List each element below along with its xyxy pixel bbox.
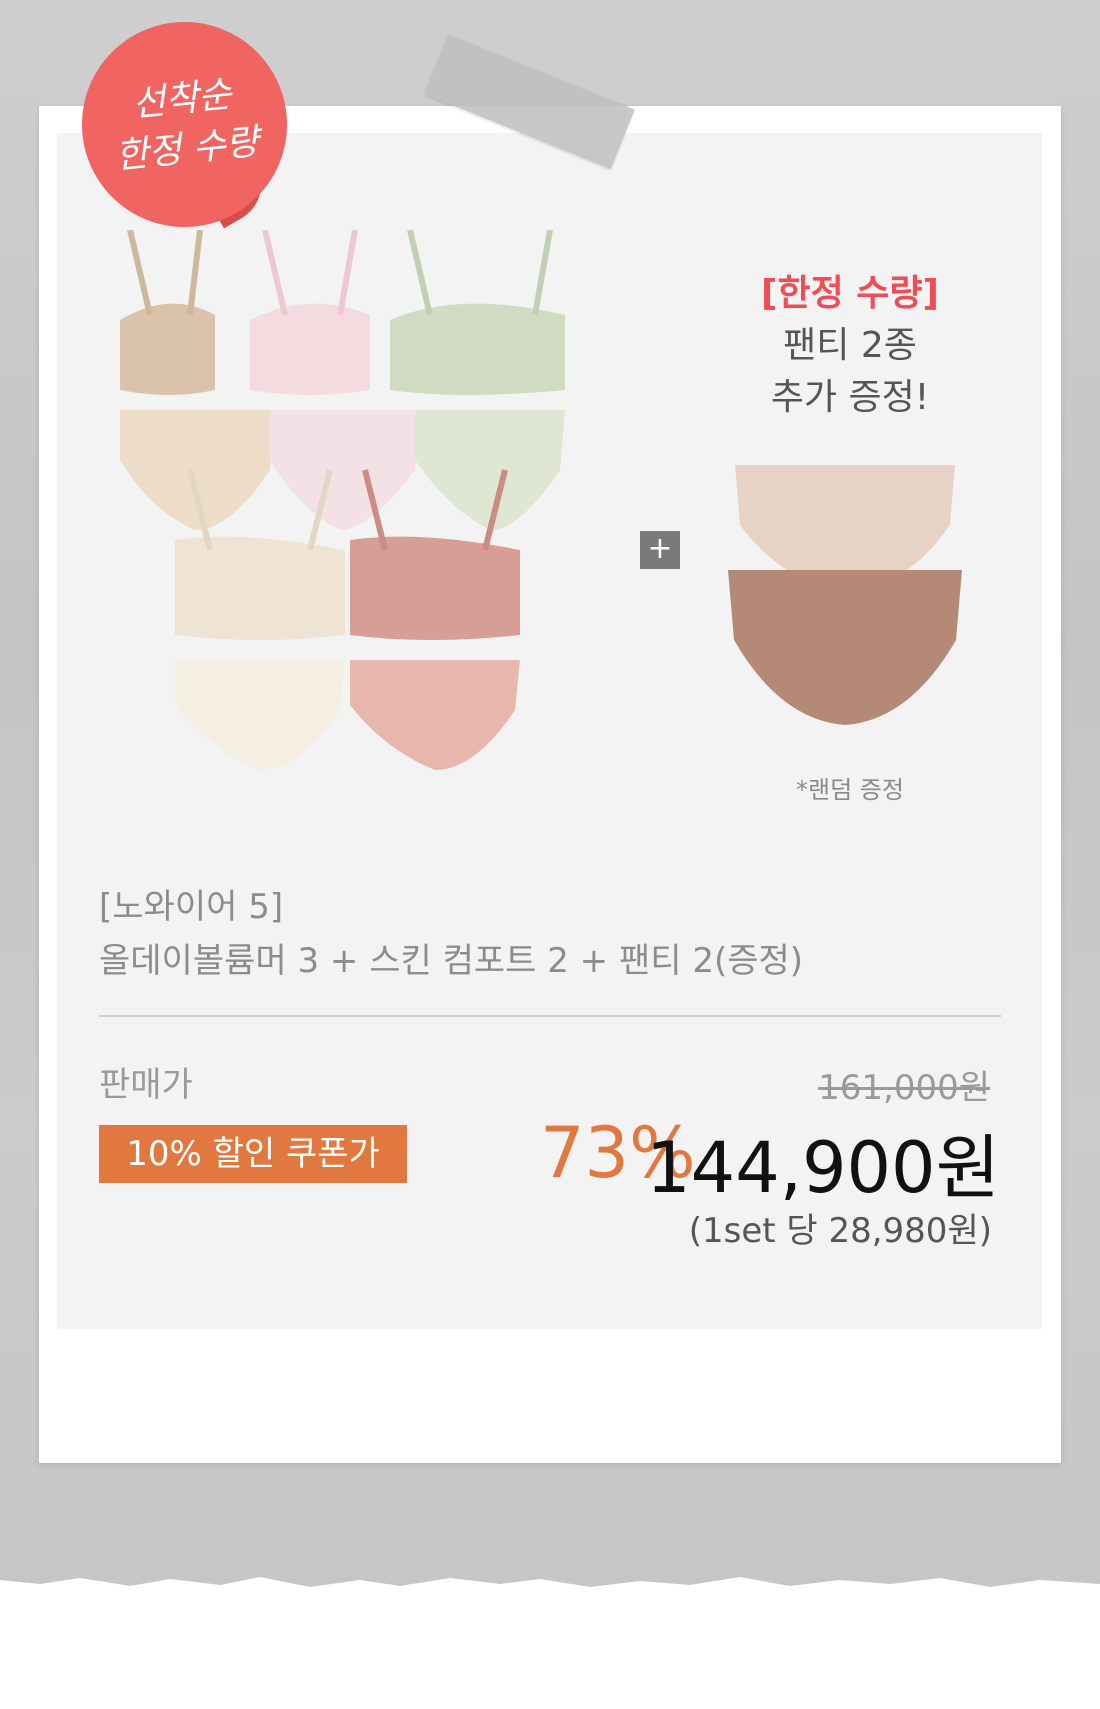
final-price: 144,900원 [646, 1127, 1000, 1209]
bra-pink [250, 230, 370, 395]
random-gift-note: *랜덤 증정 [796, 776, 904, 804]
gift-panties-image [728, 465, 962, 725]
gift-panty-mocha [728, 570, 962, 725]
panty-ivory [175, 660, 345, 770]
divider [99, 1015, 1001, 1017]
product-bundle-image [120, 230, 565, 770]
gift-title: [한정 수량] [761, 273, 939, 314]
product-name-line1: [노와이어 5] [99, 887, 284, 927]
gift-description: [한정 수량] 팬티 2종 추가 증정! [735, 268, 965, 424]
original-price: 161,000원 [818, 1068, 990, 1108]
gift-line2: 추가 증정! [770, 377, 930, 418]
product-name-line2: 올데이볼륨머 3 + 스킨 컴포트 2 + 팬티 2(증정) [99, 941, 804, 981]
panty-pink [270, 410, 420, 530]
per-set-price: (1set 당 28,980원) [688, 1211, 992, 1251]
panty-sage [415, 410, 565, 530]
product-name: [노와이어 5] 올데이볼륨머 3 + 스킨 컴포트 2 + 팬티 2(증정) [99, 880, 803, 988]
bra-beige [120, 230, 215, 395]
price-label: 판매가 [99, 1065, 193, 1105]
bra-sage [390, 230, 565, 395]
plus-sign: + [640, 531, 680, 569]
gift-line1: 팬티 2종 [783, 325, 917, 366]
torn-paper-edge [0, 1577, 1100, 1709]
panty-rose [350, 660, 520, 770]
coupon-price-badge: 10% 할인 쿠폰가 [99, 1125, 407, 1183]
